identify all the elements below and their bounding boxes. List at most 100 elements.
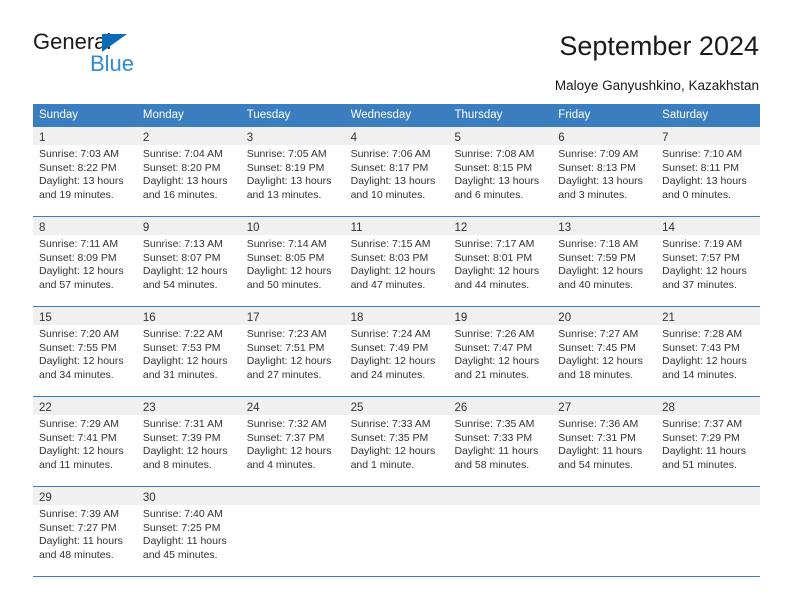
day-number: 8 xyxy=(39,222,46,234)
sunrise-time: Sunrise: 7:35 AM xyxy=(454,418,535,430)
calendar-day-cell[interactable]: 21 Sunrise: 7:28 AM Sunset: 7:43 PM Dayligh… xyxy=(656,307,761,396)
calendar-day-cell[interactable]: 29 Sunrise: 7:39 AM Sunset: 7:27 PM Dayligh… xyxy=(33,487,137,576)
calendar-day-cell[interactable]: 3 Sunrise: 7:05 AM Sunset: 8:19 PM Daylight… xyxy=(240,127,345,216)
day-number-band: 19 xyxy=(448,307,553,325)
day-number: 11 xyxy=(350,222,363,234)
day-details: Sunrise: 7:23 AM Sunset: 7:51 PM Daylight:… xyxy=(241,325,345,382)
day-number-band: 14 xyxy=(656,217,761,235)
daylight-duration-line1: Daylight: 11 hours xyxy=(142,535,227,548)
day-number: 21 xyxy=(662,312,675,324)
weekday-header-sunday: Sunday xyxy=(39,109,79,121)
daylight-duration-line1: Daylight: 11 hours xyxy=(454,445,539,458)
daylight-duration-line1: Daylight: 12 hours xyxy=(142,445,228,458)
sunrise-time: Sunrise: 7:40 AM xyxy=(142,508,223,520)
day-number-band: 13 xyxy=(552,217,657,235)
daylight-duration-line1: Daylight: 13 hours xyxy=(454,175,540,188)
day-number: 29 xyxy=(39,492,52,504)
sunset-time: Sunset: 7:31 PM xyxy=(558,431,636,444)
calendar-day-cell[interactable]: 19 Sunrise: 7:26 AM Sunset: 7:47 PM Dayligh… xyxy=(448,307,553,396)
daylight-duration-line2: and 13 minutes. xyxy=(246,188,322,201)
sunrise-time: Sunrise: 7:14 AM xyxy=(246,238,327,250)
sunset-time: Sunset: 7:47 PM xyxy=(454,341,533,354)
calendar-day-cell[interactable]: 16 Sunrise: 7:22 AM Sunset: 7:53 PM Dayligh… xyxy=(136,307,241,396)
day-details: Sunrise: 7:17 AM Sunset: 8:01 PM Daylight:… xyxy=(448,235,552,292)
daylight-duration-line2: and 50 minutes. xyxy=(246,278,322,291)
calendar-day-cell[interactable]: 1 Sunrise: 7:03 AM Sunset: 8:22 PM Daylight… xyxy=(33,127,137,216)
day-number-band: 30 xyxy=(136,487,241,505)
day-details: Sunrise: 7:32 AM Sunset: 7:37 PM Daylight:… xyxy=(241,415,345,472)
calendar-day-cell[interactable]: 28 Sunrise: 7:37 AM Sunset: 7:29 PM Dayligh… xyxy=(656,397,761,486)
day-number-band: 25 xyxy=(344,397,449,415)
calendar-day-cell[interactable]: 15 Sunrise: 7:20 AM Sunset: 7:55 PM Dayligh… xyxy=(33,307,137,396)
sunrise-time: Sunrise: 7:04 AM xyxy=(142,148,223,160)
sunrise-time: Sunrise: 7:20 AM xyxy=(39,328,119,340)
day-details xyxy=(448,505,552,508)
calendar-day-cell[interactable]: 25 Sunrise: 7:33 AM Sunset: 7:35 PM Dayligh… xyxy=(344,397,449,486)
sunset-time: Sunset: 7:41 PM xyxy=(39,431,117,444)
day-details: Sunrise: 7:13 AM Sunset: 8:07 PM Daylight:… xyxy=(137,235,241,292)
day-number: 23 xyxy=(142,402,156,414)
calendar-day-cell[interactable]: 11 Sunrise: 7:15 AM Sunset: 8:03 PM Dayligh… xyxy=(344,217,449,306)
day-number: 18 xyxy=(350,312,364,324)
day-details xyxy=(552,505,656,508)
daylight-duration-line2: and 57 minutes. xyxy=(39,278,114,291)
calendar-day-cell[interactable]: 5 Sunrise: 7:08 AM Sunset: 8:15 PM Daylight… xyxy=(448,127,553,216)
calendar-day-cell[interactable]: 13 Sunrise: 7:18 AM Sunset: 7:59 PM Dayligh… xyxy=(552,217,657,306)
day-number-band: 10 xyxy=(240,217,345,235)
day-number-band: 29 xyxy=(33,487,137,505)
daylight-duration-line1: Daylight: 12 hours xyxy=(662,265,747,278)
calendar-day-cell[interactable]: 6 Sunrise: 7:09 AM Sunset: 8:13 PM Daylight… xyxy=(552,127,657,216)
daylight-duration-line1: Daylight: 13 hours xyxy=(662,175,747,188)
sunrise-time: Sunrise: 7:06 AM xyxy=(350,148,431,160)
calendar-day-cell[interactable]: 26 Sunrise: 7:35 AM Sunset: 7:33 PM Dayligh… xyxy=(448,397,553,486)
sunset-time: Sunset: 7:25 PM xyxy=(142,521,221,534)
sunrise-time: Sunrise: 7:09 AM xyxy=(558,148,639,160)
weekday-header-tuesday: Tuesday xyxy=(246,109,291,121)
day-number: 6 xyxy=(558,132,565,144)
daylight-duration-line1: Daylight: 13 hours xyxy=(39,175,124,188)
sunrise-time: Sunrise: 7:03 AM xyxy=(39,148,119,160)
calendar-day-cell[interactable]: 27 Sunrise: 7:36 AM Sunset: 7:31 PM Dayligh… xyxy=(552,397,657,486)
day-details: Sunrise: 7:26 AM Sunset: 7:47 PM Daylight:… xyxy=(448,325,552,382)
calendar-day-cell[interactable]: 22 Sunrise: 7:29 AM Sunset: 7:41 PM Dayligh… xyxy=(33,397,137,486)
sunrise-time: Sunrise: 7:26 AM xyxy=(454,328,535,340)
sunset-time: Sunset: 8:13 PM xyxy=(558,161,636,174)
day-number-band: 17 xyxy=(240,307,345,325)
sunrise-time: Sunrise: 7:17 AM xyxy=(454,238,535,250)
day-details xyxy=(345,505,449,508)
general-blue-logo[interactable]: General Blue xyxy=(33,30,233,80)
sunrise-time: Sunrise: 7:18 AM xyxy=(558,238,639,250)
daylight-duration-line2: and 6 minutes. xyxy=(454,188,524,201)
calendar-day-cell[interactable]: 18 Sunrise: 7:24 AM Sunset: 7:49 PM Dayligh… xyxy=(344,307,449,396)
day-details: Sunrise: 7:10 AM Sunset: 8:11 PM Daylight:… xyxy=(656,145,760,202)
day-number-band: 15 xyxy=(33,307,137,325)
calendar-day-cell[interactable]: 2 Sunrise: 7:04 AM Sunset: 8:20 PM Daylight… xyxy=(136,127,241,216)
sunrise-time: Sunrise: 7:28 AM xyxy=(662,328,743,340)
day-number-band: 27 xyxy=(552,397,657,415)
sunrise-time: Sunrise: 7:32 AM xyxy=(246,418,327,430)
calendar-day-cell[interactable]: 30 Sunrise: 7:40 AM Sunset: 7:25 PM Dayligh… xyxy=(136,487,241,576)
daylight-duration-line1: Daylight: 12 hours xyxy=(39,445,124,458)
daylight-duration-line2: and 54 minutes. xyxy=(142,278,218,291)
calendar-week-row: 1 Sunrise: 7:03 AM Sunset: 8:22 PM Daylight… xyxy=(33,127,761,216)
daylight-duration-line1: Daylight: 12 hours xyxy=(142,265,228,278)
calendar-page: General Blue September 2024 Maloye Ganyu… xyxy=(0,0,792,612)
calendar-day-cell-empty xyxy=(344,487,449,576)
calendar-day-cell[interactable]: 24 Sunrise: 7:32 AM Sunset: 7:37 PM Dayligh… xyxy=(240,397,345,486)
day-number-band: 6 xyxy=(552,127,657,145)
calendar-day-cell[interactable]: 9 Sunrise: 7:13 AM Sunset: 8:07 PM Daylight… xyxy=(136,217,241,306)
calendar-day-cell[interactable]: 12 Sunrise: 7:17 AM Sunset: 8:01 PM Dayligh… xyxy=(448,217,553,306)
calendar-day-cell[interactable]: 14 Sunrise: 7:19 AM Sunset: 7:57 PM Dayligh… xyxy=(656,217,761,306)
calendar-day-cell[interactable]: 4 Sunrise: 7:06 AM Sunset: 8:17 PM Daylight… xyxy=(344,127,449,216)
day-details: Sunrise: 7:15 AM Sunset: 8:03 PM Daylight:… xyxy=(345,235,449,292)
daylight-duration-line2: and 27 minutes. xyxy=(246,368,322,381)
calendar-day-cell[interactable]: 10 Sunrise: 7:14 AM Sunset: 8:05 PM Dayligh… xyxy=(240,217,345,306)
calendar-day-cell[interactable]: 17 Sunrise: 7:23 AM Sunset: 7:51 PM Dayligh… xyxy=(240,307,345,396)
calendar-day-cell[interactable]: 23 Sunrise: 7:31 AM Sunset: 7:39 PM Dayligh… xyxy=(136,397,241,486)
calendar-day-cell[interactable]: 20 Sunrise: 7:27 AM Sunset: 7:45 PM Dayligh… xyxy=(552,307,657,396)
calendar-day-cell[interactable]: 7 Sunrise: 7:10 AM Sunset: 8:11 PM Daylight… xyxy=(656,127,761,216)
sunset-time: Sunset: 7:55 PM xyxy=(39,341,117,354)
sunset-time: Sunset: 8:05 PM xyxy=(246,251,325,264)
calendar-day-cell[interactable]: 8 Sunrise: 7:11 AM Sunset: 8:09 PM Daylight… xyxy=(33,217,137,306)
sunrise-time: Sunrise: 7:36 AM xyxy=(558,418,639,430)
